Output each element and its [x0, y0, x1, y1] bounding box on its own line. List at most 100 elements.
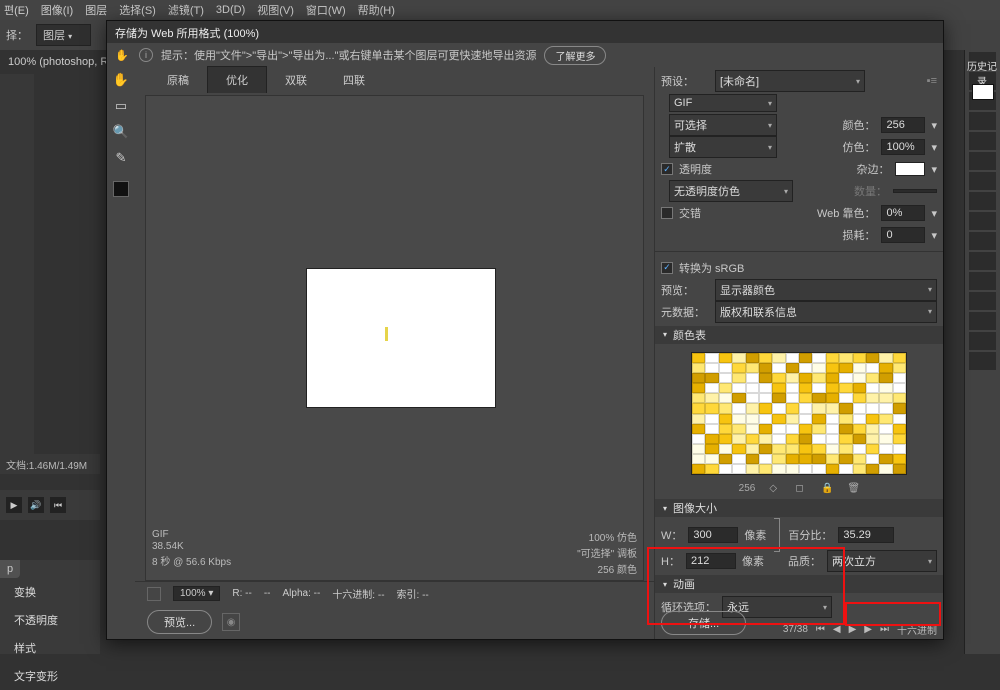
- timeline-controls: ▶ 🔊 ⏮: [0, 490, 100, 520]
- reduction-select[interactable]: 可选择▾: [669, 114, 777, 136]
- eyedropper-icon[interactable]: ✎: [112, 149, 130, 167]
- tip-text: 提示：使用"文件">"导出">"导出为..."或右键单击某个图层可更快速地导出资…: [161, 47, 536, 63]
- websnap-input[interactable]: 0%: [881, 205, 925, 221]
- zoom-tool-icon[interactable]: 🔍: [112, 123, 130, 141]
- color-table-footer: 256 ◇ ◻ 🔒 🗑: [661, 483, 937, 495]
- percent-label: 百分比：: [788, 527, 832, 543]
- browser-menu-icon[interactable]: ◉: [222, 613, 240, 631]
- menu-item[interactable]: 편(E): [4, 2, 29, 18]
- preview-select[interactable]: 显示器颜色▾: [715, 279, 937, 301]
- menu-item[interactable]: 3D(D): [216, 4, 245, 16]
- slice-tool-icon[interactable]: ▭: [112, 97, 130, 115]
- play-icon[interactable]: ▶: [6, 497, 22, 513]
- srgb-checkbox[interactable]: ✓: [661, 262, 673, 274]
- lossy-label: 损耗：: [842, 227, 875, 243]
- dialog-toolbar: ✋ ▭ 🔍 ✎: [107, 67, 135, 639]
- preview-canvas: [306, 268, 496, 408]
- info-colors: 256 颜色: [598, 561, 637, 576]
- preview-label: 预览：: [661, 282, 709, 298]
- image-size-header[interactable]: ▾图像大小: [655, 499, 943, 517]
- menu-item[interactable]: 窗口(W): [306, 2, 346, 18]
- learn-more-button[interactable]: 了解更多: [544, 46, 606, 65]
- matte-swatch[interactable]: [895, 162, 925, 176]
- quality-select[interactable]: 两次立方▾: [827, 550, 937, 572]
- right-dock: [964, 50, 1000, 654]
- menu-item[interactable]: 滤镜(T): [168, 2, 204, 18]
- lossy-input[interactable]: 0: [881, 227, 925, 243]
- px-label: 像素: [744, 527, 766, 543]
- list-item[interactable]: 不透明度: [0, 606, 100, 634]
- dither-select[interactable]: 扩散▾: [669, 136, 777, 158]
- menu-icon[interactable]: ▪≡: [927, 75, 937, 87]
- trans-dither-select[interactable]: 无透明度仿色▾: [669, 180, 793, 202]
- quality-label: 品质：: [788, 553, 821, 569]
- history-tab[interactable]: 历史记录: [964, 58, 1000, 76]
- menu-item[interactable]: 图像(I): [41, 2, 73, 18]
- list-item[interactable]: 变换: [0, 578, 100, 606]
- preview-tabs: 原稿 优化 双联 四联: [135, 67, 654, 93]
- doc-status: 文档:1.46M/1.49M: [0, 454, 100, 474]
- px-label: 像素: [742, 553, 764, 569]
- matte-label: 杂边：: [856, 161, 889, 177]
- list-item[interactable]: 样式: [0, 634, 100, 662]
- menu-item[interactable]: 图层: [85, 2, 107, 18]
- websnap-label: Web 靠色：: [817, 205, 875, 221]
- menu-item[interactable]: 帮助(H): [358, 2, 395, 18]
- audio-icon[interactable]: 🔊: [28, 497, 44, 513]
- preview-info: GIF 38.54K 8 秒 @ 56.6 Kbps 100% 仿色 "可选择"…: [152, 529, 637, 576]
- hand-tool-icon[interactable]: ✋: [112, 71, 130, 89]
- animation-header[interactable]: ▾动画: [655, 575, 943, 593]
- color-table[interactable]: [691, 352, 907, 476]
- options-dropdown[interactable]: 图层 ▾: [36, 24, 91, 46]
- zoom-select[interactable]: 100% ▾: [173, 586, 220, 601]
- menu-item[interactable]: 选择(S): [119, 2, 156, 18]
- interlace-checkbox[interactable]: [661, 207, 673, 219]
- tab-original[interactable]: 原稿: [149, 67, 207, 93]
- amount-input: [893, 189, 937, 193]
- tab-4up[interactable]: 四联: [325, 67, 383, 93]
- preview-canvas-area[interactable]: GIF 38.54K 8 秒 @ 56.6 Kbps 100% 仿色 "可选择"…: [145, 95, 644, 581]
- ct-icon[interactable]: 🔒: [821, 483, 833, 495]
- metadata-select[interactable]: 版权和联系信息▾: [715, 301, 937, 323]
- preset-label: 预设：: [661, 73, 709, 89]
- preview-pane: 原稿 优化 双联 四联 GIF 38.54K 8 秒 @ 56.6 Kbps 1…: [135, 67, 655, 639]
- readout-idx: 索引: --: [397, 586, 429, 601]
- amount-label: 数量：: [854, 183, 887, 199]
- width-label: W：: [661, 527, 682, 543]
- rewind-icon[interactable]: ⏮: [50, 497, 66, 513]
- history-thumb[interactable]: [972, 84, 994, 100]
- ct-icon[interactable]: ◇: [769, 483, 781, 495]
- ct-icon[interactable]: ◻: [795, 483, 807, 495]
- ct-icon[interactable]: 🗑: [847, 483, 859, 495]
- link-icon[interactable]: [774, 518, 780, 552]
- transparency-label: 透明度: [679, 161, 712, 177]
- percent-input[interactable]: 35.29: [838, 527, 894, 543]
- dialog-bottom-left: 预览... ◉: [135, 605, 654, 639]
- preset-select[interactable]: [未命名]▾: [715, 70, 865, 92]
- hand-icon: ✋: [115, 49, 131, 62]
- format-select[interactable]: GIF▾: [669, 94, 777, 112]
- list-item[interactable]: 文字变形: [0, 662, 100, 690]
- layer-thumb[interactable]: p: [0, 560, 20, 578]
- tool-dock: [0, 74, 34, 454]
- width-input[interactable]: 300: [688, 527, 738, 543]
- save-button[interactable]: 存储...: [661, 611, 746, 635]
- colors-input[interactable]: 256: [881, 117, 925, 133]
- dither-input[interactable]: 100%: [881, 139, 925, 155]
- readout-r: R: --: [232, 588, 251, 599]
- height-input[interactable]: 212: [686, 553, 736, 569]
- info-size: 38.54K: [152, 541, 231, 552]
- layers-sidebar: p 变换 不透明度 样式 文字变形: [0, 560, 100, 654]
- transparency-checkbox[interactable]: ✓: [661, 163, 673, 175]
- tab-2up[interactable]: 双联: [267, 67, 325, 93]
- tab-optimized[interactable]: 优化: [207, 66, 267, 93]
- menu-item[interactable]: 视图(V): [257, 2, 294, 18]
- info-dither: 100% 仿色: [589, 529, 637, 544]
- fg-swatch[interactable]: [113, 181, 129, 197]
- readout-hex: 十六进制: --: [332, 586, 384, 601]
- preview-button[interactable]: 预览...: [147, 610, 212, 634]
- readout-alpha: Alpha: --: [283, 588, 321, 599]
- color-table-header[interactable]: ▾颜色表: [655, 326, 943, 344]
- dither-label: 仿色：: [842, 139, 875, 155]
- info-format: GIF: [152, 529, 231, 540]
